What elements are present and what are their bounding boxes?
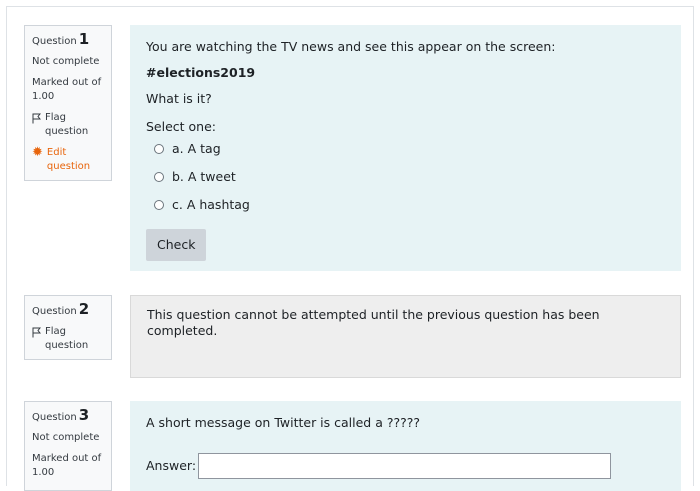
- option-label: c. A hashtag: [172, 197, 250, 212]
- flag-question-label: Flag question: [45, 112, 89, 137]
- flag-icon: [32, 113, 41, 124]
- answer-label: Answer:: [146, 458, 197, 473]
- question-prompt: What is it?: [146, 91, 212, 106]
- blocked-message: This question cannot be attempted until …: [147, 307, 600, 338]
- gear-icon: ✹: [32, 145, 43, 160]
- option-label: b. A tweet: [172, 169, 236, 184]
- question-label: Question: [32, 36, 77, 47]
- question-label: Question: [32, 306, 77, 317]
- answer-option-c[interactable]: c. A hashtag: [154, 197, 665, 213]
- answer-row: Answer:: [146, 453, 665, 479]
- question-label: Question: [32, 412, 77, 423]
- flag-question-label: Flag question: [45, 326, 89, 351]
- question-number: 1: [78, 30, 90, 48]
- radio-button[interactable]: [154, 144, 164, 154]
- question-info-3: Question 3 Not complete Marked out of 1.0…: [24, 401, 112, 491]
- question-number: 3: [78, 406, 90, 424]
- question-hashtag: #elections2019: [146, 65, 256, 80]
- answer-option-a[interactable]: a. A tag: [154, 141, 665, 157]
- edit-question-link[interactable]: ✹ Edit question: [32, 146, 105, 174]
- edit-question-label: Edit question: [46, 147, 91, 172]
- radio-button[interactable]: [154, 172, 164, 182]
- check-button[interactable]: Check: [146, 229, 207, 261]
- question-text: You are watching the TV news and see thi…: [146, 39, 556, 54]
- question-grade: Marked out of 1.00: [32, 77, 102, 102]
- flag-icon: [32, 327, 41, 338]
- answer-option-b[interactable]: b. A tweet: [154, 169, 665, 185]
- question-content-2: This question cannot be attempted until …: [130, 295, 681, 378]
- question-number: 2: [78, 300, 90, 318]
- question-text: A short message on Twitter is called a ?…: [146, 415, 421, 430]
- option-label: a. A tag: [172, 141, 221, 156]
- question-content-3: A short message on Twitter is called a ?…: [130, 401, 681, 491]
- flag-question-link[interactable]: Flag question: [32, 325, 105, 353]
- question-grade: Marked out of 1.00: [32, 453, 102, 478]
- question-info-2: Question 2 Flag question: [24, 295, 112, 360]
- question-info-1: Question 1 Not complete Marked out of 1.0…: [24, 25, 112, 181]
- flag-question-link[interactable]: Flag question: [32, 111, 105, 139]
- question-state: Not complete: [32, 56, 100, 67]
- answer-input[interactable]: [198, 453, 612, 479]
- question-content-1: You are watching the TV news and see thi…: [130, 25, 681, 271]
- question-state: Not complete: [32, 432, 100, 443]
- select-one-label: Select one:: [146, 119, 217, 134]
- radio-button[interactable]: [154, 200, 164, 210]
